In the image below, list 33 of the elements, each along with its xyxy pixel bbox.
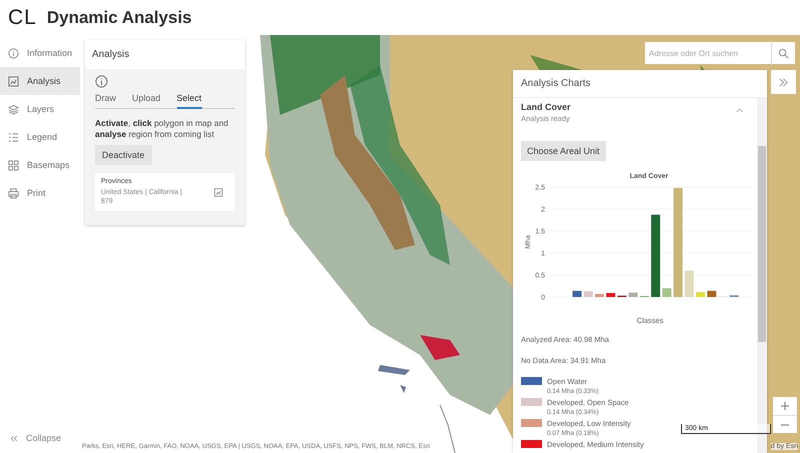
- app-title: Dynamic Analysis: [46, 8, 192, 28]
- sidebar-item[interactable]: Layers: [0, 95, 80, 123]
- analysis-icon: [8, 76, 19, 86]
- info-icon: [8, 48, 19, 58]
- sidebar-item[interactable]: Information: [0, 39, 80, 67]
- sidebar-item[interactable]: Print: [0, 179, 80, 207]
- basemaps-icon: [8, 160, 19, 170]
- tab[interactable]: Select: [176, 90, 202, 109]
- tab[interactable]: Draw: [95, 90, 116, 109]
- print-icon: [8, 188, 19, 198]
- panel-title: Analysis: [85, 40, 245, 69]
- sidebar-item[interactable]: Analysis: [0, 67, 80, 95]
- tab[interactable]: Upload: [132, 90, 161, 109]
- scrollbar-thumb[interactable]: [758, 146, 766, 342]
- plus-icon: [780, 401, 790, 411]
- instruction-text: Activate, click polygon in map and analyse region from coming list: [95, 118, 230, 140]
- expand-button[interactable]: [771, 70, 796, 94]
- search-icon: [778, 48, 789, 58]
- logo: CL: [8, 6, 37, 30]
- sidebar-item[interactable]: Basemaps: [0, 151, 80, 179]
- layers-icon: [8, 104, 19, 114]
- choose-areal-unit-button[interactable]: Choose Areal Unit: [521, 141, 606, 161]
- double-chevron-icon: [778, 76, 789, 88]
- chart-icon[interactable]: [214, 188, 223, 197]
- deactivate-button[interactable]: Deactivate: [95, 145, 152, 166]
- info-icon[interactable]: [95, 75, 108, 88]
- search-field[interactable]: Adresse oder Ort suchen: [645, 42, 795, 64]
- collapse-button[interactable]: Collapse: [0, 433, 80, 453]
- legend-icon: [8, 132, 19, 142]
- panel-title: Analysis Charts: [513, 70, 767, 98]
- sidebar-item[interactable]: Legend: [0, 123, 80, 151]
- double-chevron-icon: [10, 434, 18, 442]
- section-title: Land Cover: [521, 102, 571, 112]
